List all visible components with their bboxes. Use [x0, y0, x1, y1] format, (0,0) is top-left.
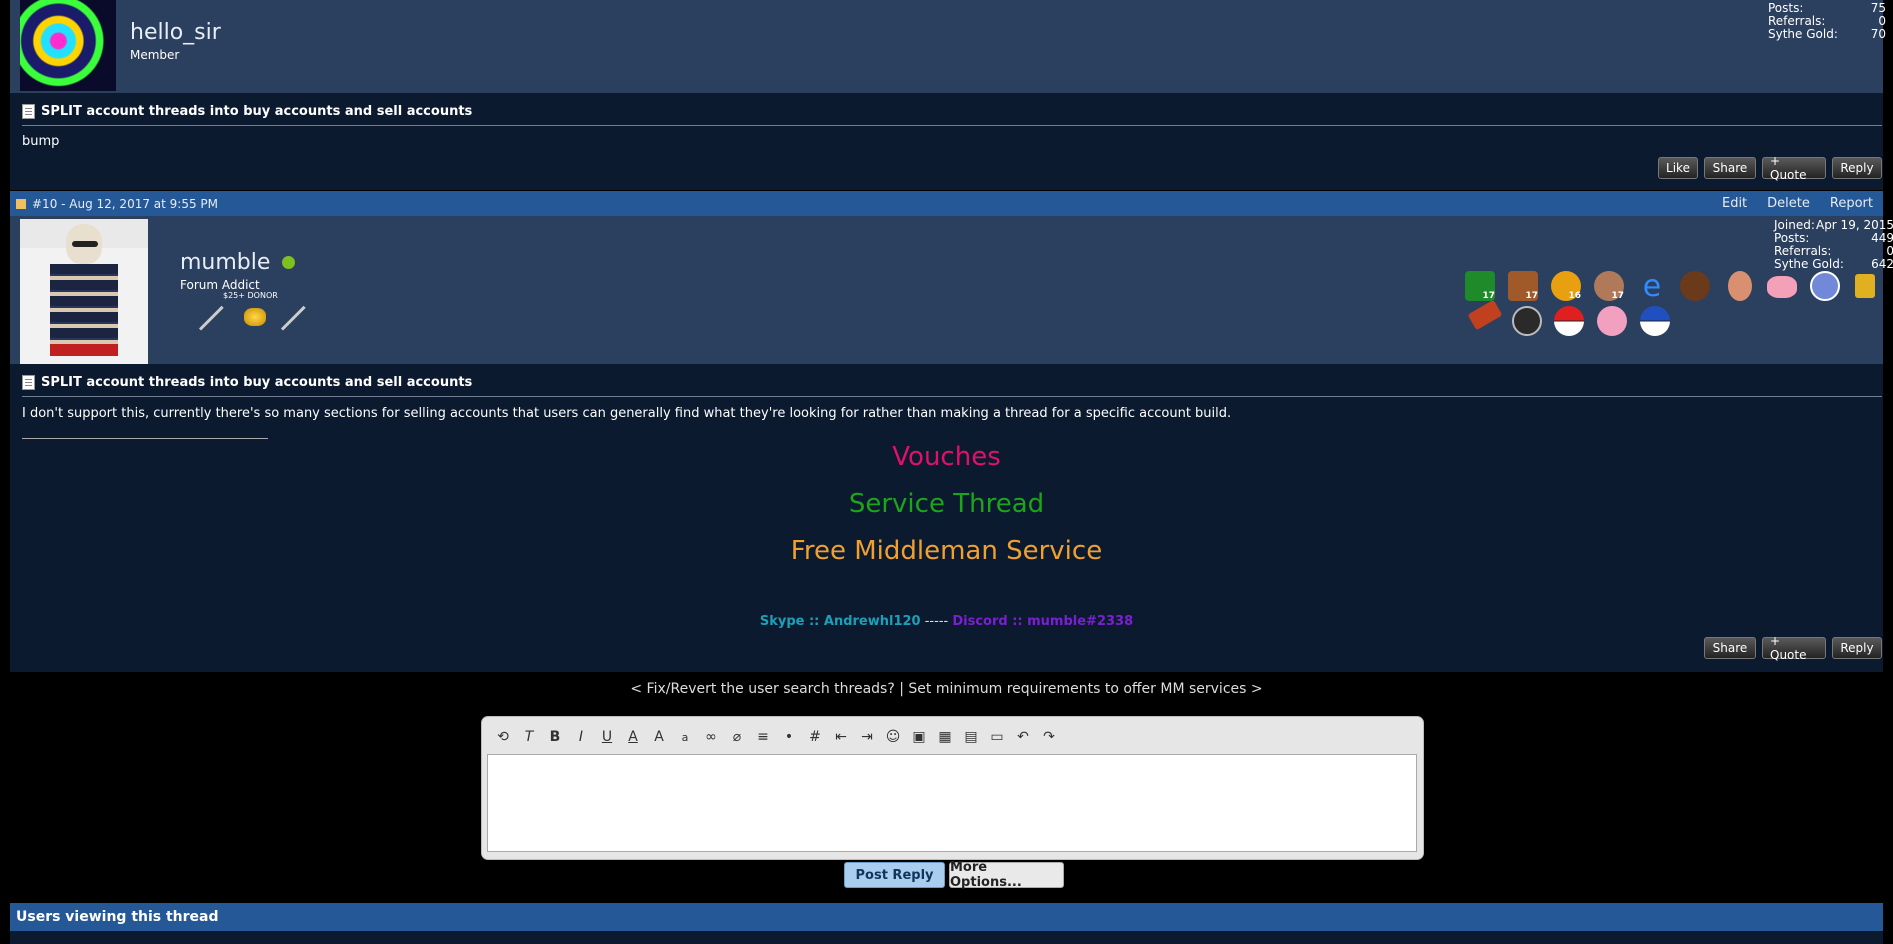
pokeball-badge-icon[interactable]	[1554, 306, 1584, 336]
post-title: SPLIT account threads into buy accounts …	[22, 375, 1882, 397]
pig-badge-icon[interactable]	[1767, 276, 1797, 298]
user-stats: Posts: 75 Referrals: 0 Sythe Gold: 70	[1768, 1, 1886, 41]
share-button[interactable]: Share	[1704, 157, 1756, 179]
media-icon[interactable]: ▦	[935, 727, 955, 747]
discord-badge-icon[interactable]	[1810, 271, 1840, 301]
post-10-userinfo: mumble Forum Addict $25+ DONOR 17 17 16 …	[10, 216, 1893, 364]
post-9-userinfo: hello_sir Member Posts: 75 Referrals: 0 Sy…	[10, 0, 1886, 93]
service-thread-link[interactable]: Service Thread	[10, 489, 1883, 519]
bold-icon[interactable]: B	[545, 727, 565, 747]
save-draft-icon[interactable]: ▭	[987, 727, 1007, 747]
editor-toolbar: ⟲ T B I U A A a ∞ ⌀ ≡ • # ⇤ ⇥ ☺ ▣ ▦ ▤ ▭ …	[483, 717, 1421, 757]
undo-format-icon[interactable]: ⟲	[493, 727, 513, 747]
link-icon[interactable]: ∞	[701, 727, 721, 747]
internet-explorer-badge-icon[interactable]: e	[1637, 269, 1667, 304]
smilie-icon[interactable]: ☺	[883, 727, 903, 747]
outdent-icon[interactable]: ⇤	[831, 727, 851, 747]
quote-button[interactable]: + Quote	[1762, 154, 1826, 182]
users-viewing-header: Users viewing this thread	[10, 903, 1883, 931]
post-10-body: SPLIT account threads into buy accounts …	[10, 364, 1883, 672]
post-icon	[16, 198, 26, 209]
users-viewing-title: Users viewing this thread	[16, 909, 219, 925]
sword-icon	[198, 305, 224, 331]
message-textarea[interactable]	[487, 754, 1417, 852]
redo-icon[interactable]: ↷	[1039, 727, 1059, 747]
post-message: bump	[22, 134, 60, 149]
teddy-bear-badge-icon[interactable]: 17	[1594, 271, 1624, 301]
document-icon	[22, 104, 35, 119]
pig-face-badge-icon[interactable]	[1597, 306, 1627, 336]
post-reply-button[interactable]: Post Reply	[844, 862, 945, 888]
font-family-icon[interactable]: a	[675, 727, 695, 747]
gift-basket-badge-icon[interactable]: 17	[1508, 271, 1538, 301]
sword-icon	[280, 305, 306, 331]
user-rank: Forum Addict	[180, 278, 260, 292]
gold-coins-icon	[244, 308, 266, 326]
insert-icon[interactable]: ▤	[961, 727, 981, 747]
face-badge-icon[interactable]	[1728, 271, 1752, 301]
bells-badge-icon[interactable]: 16	[1551, 271, 1581, 301]
username[interactable]: mumble	[180, 250, 296, 275]
numbered-list-icon[interactable]: #	[805, 727, 825, 747]
steam-badge-icon[interactable]	[1512, 306, 1542, 336]
post-title: SPLIT account threads into buy accounts …	[22, 104, 1882, 126]
undo-icon[interactable]: ↶	[1013, 727, 1033, 747]
great-ball-badge-icon[interactable]	[1640, 306, 1670, 336]
post-10-header: #10 - Aug 12, 2017 at 9:55 PM Edit Delet…	[10, 191, 1883, 216]
users-viewing-body	[10, 931, 1883, 944]
remove-format-icon[interactable]: T	[519, 727, 539, 747]
edit-link[interactable]: Edit	[1722, 196, 1747, 211]
brick-badge-icon[interactable]	[1467, 299, 1503, 331]
quote-button[interactable]: + Quote	[1762, 634, 1826, 662]
like-button[interactable]: Like	[1658, 157, 1698, 179]
top-hat-badge-icon[interactable]: 17	[1465, 271, 1495, 301]
post-9-body: SPLIT account threads into buy accounts …	[10, 93, 1883, 190]
reply-button[interactable]: Reply	[1832, 637, 1882, 659]
middleman-service-link[interactable]: Free Middleman Service	[10, 536, 1883, 566]
user-stats: Joined: Apr 19, 2015 Posts: 449 Referrals:…	[1774, 218, 1893, 271]
report-link[interactable]: Report	[1830, 196, 1873, 211]
text-color-icon[interactable]: A	[623, 727, 643, 747]
vouches-link[interactable]: Vouches	[10, 442, 1883, 472]
image-icon[interactable]: ▣	[909, 727, 929, 747]
underline-icon[interactable]: U	[597, 727, 617, 747]
indent-icon[interactable]: ⇥	[857, 727, 877, 747]
monkey-badge-icon[interactable]	[1680, 271, 1710, 301]
share-button[interactable]: Share	[1704, 637, 1756, 659]
post-permalink[interactable]: #10 - Aug 12, 2017 at 9:55 PM	[32, 197, 218, 211]
more-options-button[interactable]: More Options...	[949, 860, 1064, 890]
reply-button[interactable]: Reply	[1832, 157, 1882, 179]
avatar[interactable]	[20, 0, 116, 91]
online-status-icon	[282, 256, 296, 269]
bullet-list-icon[interactable]: •	[779, 727, 799, 747]
align-icon[interactable]: ≡	[753, 727, 773, 747]
lock-badge-icon[interactable]	[1855, 274, 1875, 298]
italic-icon[interactable]: I	[571, 727, 591, 747]
thread-navigation[interactable]: < Fix/Revert the user search threads? | …	[0, 681, 1893, 697]
donor-tag: $25+ DONOR	[223, 291, 278, 300]
contact-line: Skype :: Andrewhl120 ----- Discord :: mu…	[759, 614, 1134, 629]
discord-contact: Discord :: mumble#2338	[952, 614, 1134, 629]
delete-link[interactable]: Delete	[1767, 196, 1810, 211]
username[interactable]: hello_sir	[130, 20, 221, 45]
signature-divider	[22, 438, 268, 439]
avatar[interactable]	[20, 219, 148, 364]
post-message: I don't support this, currently there's …	[22, 406, 1232, 421]
skype-contact: Skype :: Andrewhl120	[759, 614, 921, 629]
unlink-icon[interactable]: ⌀	[727, 727, 747, 747]
document-icon	[22, 375, 35, 390]
font-size-icon[interactable]: A	[649, 727, 669, 747]
user-rank: Member	[130, 48, 180, 62]
